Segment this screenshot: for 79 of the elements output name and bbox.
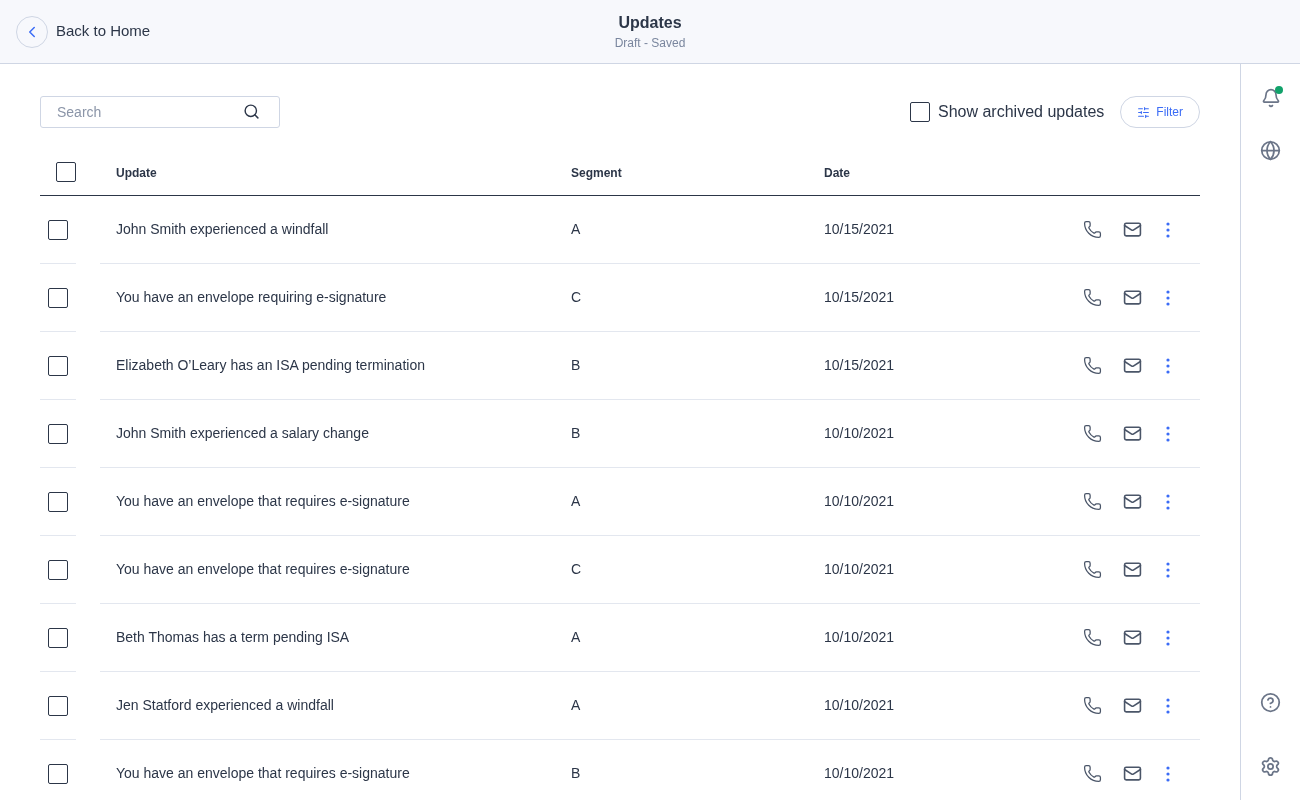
segment-text: A xyxy=(571,696,582,715)
save-status: Draft - Saved xyxy=(614,35,686,52)
date-text: 10/15/2021 xyxy=(824,288,895,307)
phone-icon xyxy=(1082,424,1102,443)
more-icon xyxy=(1166,357,1170,374)
update-text: John Smith experienced a windfall xyxy=(116,220,330,239)
update-text: You have an envelope that requires e-signature xyxy=(116,560,411,579)
date-text: 10/15/2021 xyxy=(824,220,895,239)
mail-icon xyxy=(1122,220,1142,239)
date-text: 10/10/2021 xyxy=(824,492,895,511)
row-checkbox[interactable] xyxy=(48,627,68,648)
sliders-icon xyxy=(1137,105,1151,119)
mail-icon xyxy=(1122,560,1142,579)
more-icon xyxy=(1166,493,1170,510)
mail-icon xyxy=(1122,424,1142,443)
notification-icon xyxy=(1260,88,1281,108)
row-checkbox[interactable] xyxy=(48,219,68,240)
row-checkbox[interactable] xyxy=(48,355,68,376)
phone-icon xyxy=(1082,288,1102,307)
update-text: You have an envelope that requires e-signature xyxy=(116,492,411,511)
column-header: Update xyxy=(116,165,157,180)
phone-icon xyxy=(1082,220,1102,239)
row-checkbox[interactable] xyxy=(48,491,68,512)
column-header: Segment xyxy=(571,165,622,180)
more-icon xyxy=(1166,221,1170,238)
column-header: Date xyxy=(824,165,850,180)
segment-text: B xyxy=(571,356,582,375)
row-checkbox[interactable] xyxy=(48,695,68,716)
update-text: Jen Statford experienced a windfall xyxy=(116,696,335,715)
select-all-checkbox[interactable] xyxy=(56,161,76,182)
phone-icon xyxy=(1082,492,1102,511)
phone-icon xyxy=(1082,764,1102,783)
more-icon xyxy=(1166,697,1170,714)
segment-text: A xyxy=(571,628,582,647)
segment-text: C xyxy=(571,560,583,579)
update-text: You have an envelope that requires e-signature xyxy=(116,764,411,783)
date-text: 10/10/2021 xyxy=(824,696,895,715)
globe-icon xyxy=(1260,139,1281,161)
segment-text: A xyxy=(571,220,582,239)
segment-text: A xyxy=(571,492,582,511)
help-icon xyxy=(1260,691,1281,713)
more-icon xyxy=(1166,289,1170,306)
phone-icon xyxy=(1082,696,1102,715)
mail-icon xyxy=(1122,492,1142,511)
phone-icon xyxy=(1082,560,1102,579)
update-text: John Smith experienced a salary change xyxy=(116,424,370,443)
row-checkbox[interactable] xyxy=(48,763,68,784)
segment-text: C xyxy=(571,288,583,307)
search-icon xyxy=(243,103,260,120)
archived-checkbox[interactable] xyxy=(910,102,930,122)
date-text: 10/10/2021 xyxy=(824,628,895,647)
date-text: 10/15/2021 xyxy=(824,356,895,375)
search-field[interactable]: Search xyxy=(40,96,280,128)
row-checkbox[interactable] xyxy=(48,287,68,308)
mail-icon xyxy=(1122,288,1142,307)
archived-label: Show archived updates xyxy=(938,102,1105,122)
mail-icon xyxy=(1122,356,1142,375)
more-icon xyxy=(1166,629,1170,646)
update-text: You have an envelope requiring e-signature xyxy=(116,288,388,307)
phone-icon xyxy=(1082,356,1102,375)
date-text: 10/10/2021 xyxy=(824,764,895,783)
segment-text: B xyxy=(571,764,582,783)
more-icon xyxy=(1166,765,1170,782)
more-icon xyxy=(1166,561,1170,578)
phone-icon xyxy=(1082,628,1102,647)
more-icon xyxy=(1166,425,1170,442)
page-title: Updates xyxy=(618,13,682,33)
date-text: 10/10/2021 xyxy=(824,424,895,443)
date-text: 10/10/2021 xyxy=(824,560,895,579)
row-checkbox[interactable] xyxy=(48,423,68,444)
update-text: Elizabeth O’Leary has an ISA pending termination xyxy=(116,356,426,375)
settings-icon xyxy=(1260,755,1281,777)
mail-icon xyxy=(1122,696,1142,715)
segment-text: B xyxy=(571,424,582,443)
mail-icon xyxy=(1122,628,1142,647)
update-text: Beth Thomas has a term pending ISA xyxy=(116,628,351,647)
back-link[interactable]: Back to Home xyxy=(56,20,151,43)
mail-icon xyxy=(1122,764,1142,783)
row-checkbox[interactable] xyxy=(48,559,68,580)
